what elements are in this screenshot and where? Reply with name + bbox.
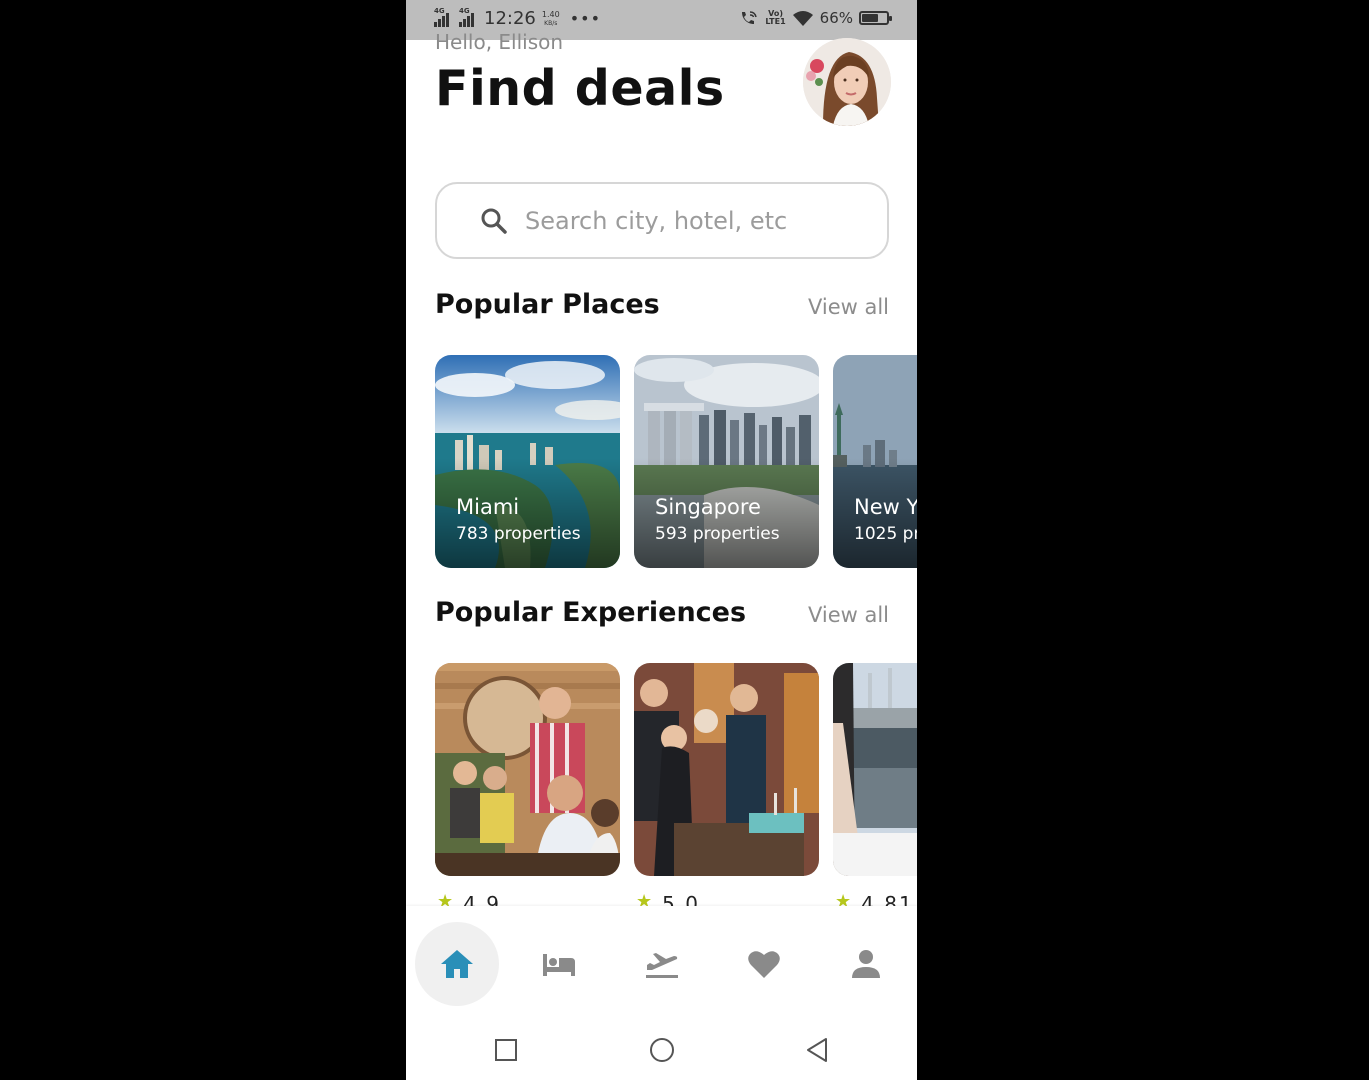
back-icon[interactable]	[804, 1037, 830, 1063]
signal-2-icon: 4G	[459, 7, 474, 27]
search-input[interactable]	[525, 200, 865, 242]
greeting-text: Hello, Ellison	[435, 30, 564, 54]
place-card-miami[interactable]: Miami 783 properties	[435, 355, 620, 568]
heart-icon	[748, 951, 780, 978]
nav-profile[interactable]	[824, 922, 908, 1006]
wifi-calling-icon	[742, 11, 758, 24]
experience-card[interactable]	[634, 663, 819, 876]
signal-1-icon: 4G	[434, 7, 449, 27]
experience-card[interactable]	[833, 663, 917, 876]
more-notifications-icon: •••	[569, 9, 601, 28]
network-speed: 1.40 KB/s	[541, 9, 560, 27]
place-count: 1025 pr	[854, 524, 917, 544]
system-navigation-bar	[406, 1019, 917, 1080]
place-count: 783 properties	[456, 524, 581, 544]
nav-home[interactable]	[415, 922, 499, 1006]
place-count: 593 properties	[655, 524, 780, 544]
hotel-bed-icon	[543, 954, 575, 976]
experience-image-dinner	[435, 663, 620, 876]
battery-percent: 66%	[819, 9, 853, 27]
popular-places-title: Popular Places	[435, 289, 660, 320]
search-bar[interactable]	[435, 182, 889, 259]
home-icon	[441, 950, 473, 978]
flight-icon	[646, 953, 678, 978]
nav-flights[interactable]	[620, 922, 704, 1006]
popular-experiences-view-all-link[interactable]: View all	[808, 603, 889, 627]
phone-screen: 4G 4G 12:26 1.40 KB/s ••• Vo) LTE1 66% H…	[406, 0, 917, 1080]
nav-favorites[interactable]	[722, 922, 806, 1006]
volte-indicator: Vo) LTE1	[765, 9, 786, 26]
recent-apps-icon[interactable]	[493, 1037, 519, 1063]
battery-icon	[859, 11, 892, 25]
experience-card[interactable]	[435, 663, 620, 876]
popular-experiences-title: Popular Experiences	[435, 597, 747, 628]
place-card-new-york[interactable]: New Y 1025 pr	[833, 355, 917, 568]
avatar[interactable]	[803, 38, 891, 126]
experience-image-bar	[634, 663, 819, 876]
place-name: Miami	[456, 495, 520, 519]
nav-hotels[interactable]	[517, 922, 601, 1006]
clock: 12:26	[484, 8, 536, 29]
experience-image-river	[833, 663, 917, 876]
place-card-singapore[interactable]: Singapore 593 properties	[634, 355, 819, 568]
wifi-icon	[792, 10, 813, 26]
place-name: New Y	[854, 495, 917, 519]
bottom-navigation	[406, 906, 917, 1019]
page-title: Find deals	[435, 60, 725, 117]
search-icon	[481, 208, 507, 234]
popular-places-view-all-link[interactable]: View all	[808, 295, 889, 319]
person-icon	[852, 950, 880, 978]
home-circle-icon[interactable]	[649, 1037, 675, 1063]
place-name: Singapore	[655, 495, 761, 519]
